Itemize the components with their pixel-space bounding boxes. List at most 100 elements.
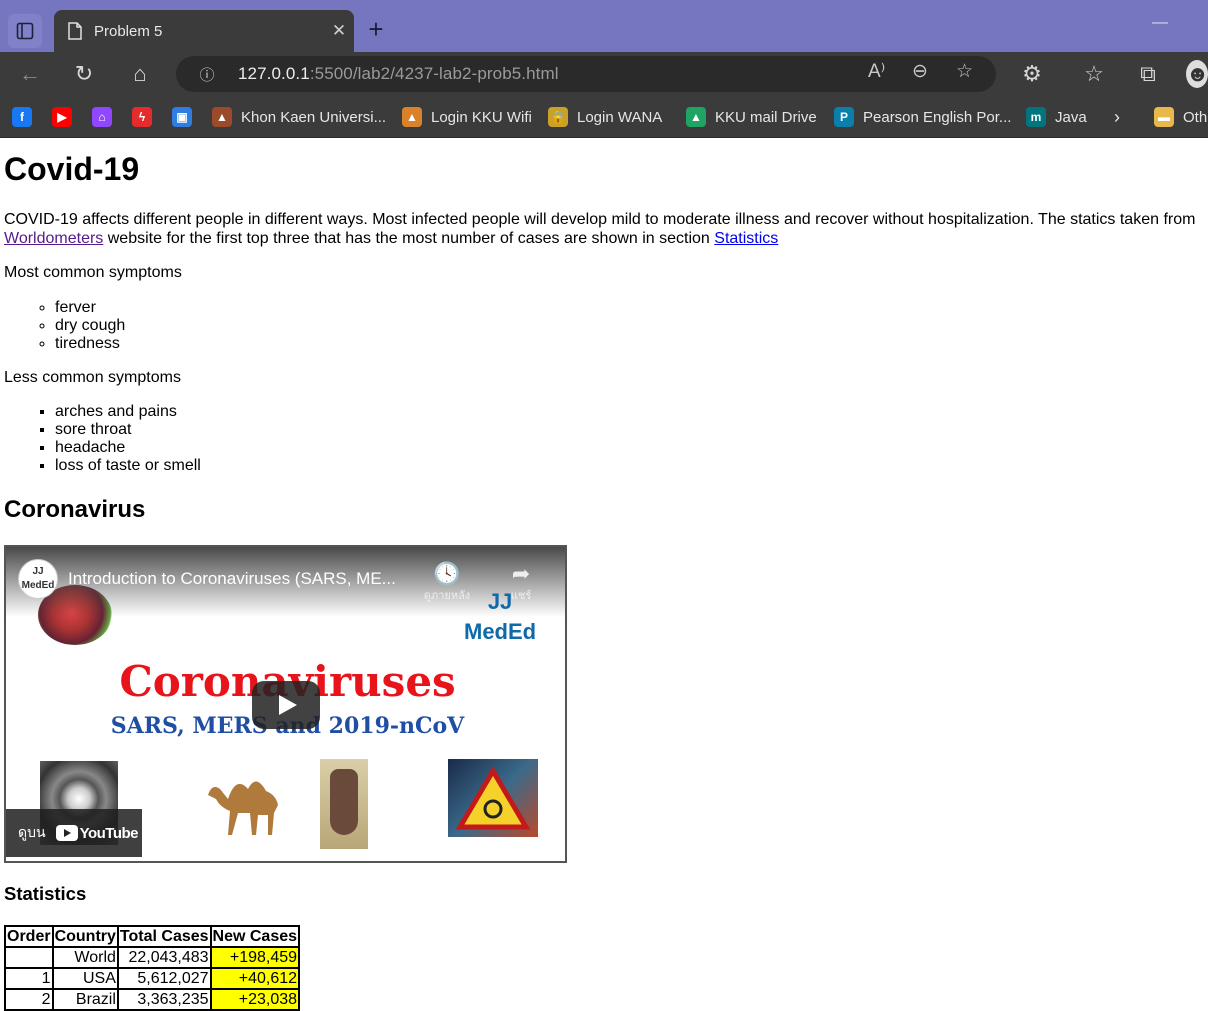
add-favorite-icon[interactable]: ☆ <box>956 60 973 83</box>
worldometers-link[interactable]: Worldometers <box>4 230 103 247</box>
youtube-icon: ▶ <box>52 107 72 127</box>
bookmarks-bar: f ▶ ⌂ ϟ ▣ ▲ Khon Kaen Universi... ▲ Login KKU Wi… <box>0 96 1208 138</box>
google-drive-icon: ▲ <box>686 107 706 127</box>
table-row: World 22,043,483 +198,459 <box>5 947 300 968</box>
url-path: :5500/lab2/4237-lab2-prob5.html <box>309 64 559 83</box>
watch-on-label: ดูบน <box>18 824 46 840</box>
tab-title: Problem 5 <box>94 22 163 40</box>
bookmark-item[interactable]: ⌂ <box>92 104 112 130</box>
video-title[interactable]: Introduction to Coronaviruses (SARS, ME.… <box>68 569 396 589</box>
page-icon <box>68 22 82 40</box>
bookmark-item[interactable]: ▬ Oth <box>1154 104 1207 130</box>
list-item: sore throat <box>55 421 1208 439</box>
bookmark-item[interactable]: ϟ <box>132 104 152 130</box>
kku-icon: ▲ <box>212 107 232 127</box>
facebook-icon: f <box>12 107 32 127</box>
column-header: New Cases <box>210 926 300 947</box>
play-button[interactable] <box>252 681 320 729</box>
url-text: 127.0.0.1:5500/lab2/4237-lab2-prob5.html <box>238 64 559 84</box>
order-cell <box>5 947 53 968</box>
statistics-heading: Statistics <box>4 883 87 904</box>
brand-line-2: MedEd <box>464 619 537 644</box>
column-header: Total Cases <box>117 926 211 947</box>
java-icon: m <box>1026 107 1046 127</box>
less-common-symptoms-label: Less common symptoms <box>4 368 181 386</box>
table-row: 1 USA 5,612,027 +40,612 <box>5 968 300 989</box>
share-icon: ➦ <box>511 561 531 586</box>
youtube-embed[interactable]: JJ MedEd Introduction to Coronaviruses (… <box>4 545 567 863</box>
url-host: 127.0.0.1 <box>238 64 310 83</box>
site-info-icon[interactable]: ⓘ <box>176 64 238 85</box>
bookmark-label: Oth <box>1183 108 1208 126</box>
intro-text-start: COVID-19 affects different people in dif… <box>4 211 1196 228</box>
browser-tab-bar: Problem 5 ✕ + — <box>0 0 1208 52</box>
folder-icon: ▬ <box>1154 107 1174 127</box>
bat-image <box>320 759 368 849</box>
order-cell: 1 <box>5 968 53 989</box>
table-header-row: Order Country Total Cases New Cases <box>5 926 300 947</box>
new-cases-cell: +40,612 <box>210 968 300 989</box>
bookmarks-overflow-icon[interactable]: › <box>1114 104 1120 130</box>
bookmark-label: Login WANA <box>577 108 663 126</box>
list-item: headache <box>55 439 1208 457</box>
tab-actions-button[interactable] <box>8 14 42 48</box>
clock-icon: 🕓 <box>433 561 461 586</box>
statistics-link[interactable]: Statistics <box>714 230 778 247</box>
total-cases-cell: 22,043,483 <box>117 947 211 968</box>
extensions-icon[interactable]: ⚙ <box>1018 60 1046 88</box>
statistics-table: Order Country Total Cases New Cases Worl… <box>4 925 301 1011</box>
youtube-logo-text: YouTube <box>79 824 139 842</box>
youtube-play-icon <box>55 825 78 841</box>
favorites-icon[interactable]: ☆ <box>1080 60 1108 88</box>
twitch-icon: ⌂ <box>92 107 112 127</box>
list-item: loss of taste or smell <box>55 457 1208 475</box>
less-common-symptoms-list: arches and pains sore throat headache lo… <box>4 403 1208 475</box>
back-icon[interactable]: ← <box>16 60 44 88</box>
camel-image <box>208 781 278 835</box>
browser-tab-active[interactable]: Problem 5 ✕ <box>54 10 354 52</box>
tab-close-icon[interactable]: ✕ <box>324 21 354 41</box>
channel-brand: JJ MedEd <box>464 587 536 647</box>
address-bar[interactable]: ⓘ 127.0.0.1:5500/lab2/4237-lab2-prob5.ht… <box>176 56 996 92</box>
bookmark-item[interactable]: P Pearson English Por... <box>834 104 1011 130</box>
bookmark-item[interactable]: ▣ <box>172 104 192 130</box>
profile-avatar[interactable]: ☻ <box>1186 60 1208 88</box>
home-icon[interactable]: ⌂ <box>126 60 154 88</box>
flash-icon: ϟ <box>132 107 152 127</box>
bookmark-item[interactable]: f <box>12 104 32 130</box>
video-section-heading: Coronavirus <box>4 496 146 523</box>
new-tab-button[interactable]: + <box>362 16 390 44</box>
channel-avatar[interactable]: JJ MedEd <box>18 559 58 599</box>
tab-actions-icon <box>16 22 34 40</box>
pearson-icon: P <box>834 107 854 127</box>
lock-icon: 🔒 <box>548 107 568 127</box>
column-header: Country <box>52 926 118 947</box>
column-header: Order <box>5 926 53 947</box>
contact-icon: ▣ <box>172 107 192 127</box>
list-item: tiredness <box>55 335 1208 353</box>
bookmark-item[interactable]: 🔒 Login WANA <box>548 104 662 130</box>
list-item: arches and pains <box>55 403 1208 421</box>
intro-text-middle: website for the first top three that has… <box>103 229 715 247</box>
bookmark-item[interactable]: ▲ KKU mail Drive <box>686 104 817 130</box>
list-item: ferver <box>55 299 1208 317</box>
bookmark-label: Login KKU Wifi <box>431 108 532 126</box>
bookmark-item[interactable]: ▲ Login KKU Wifi <box>402 104 532 130</box>
bookmark-label: Khon Kaen Universi... <box>241 108 387 126</box>
intro-paragraph: COVID-19 affects different people in dif… <box>4 211 1204 248</box>
common-symptoms-label: Most common symptoms <box>4 264 182 281</box>
bookmark-label: Java <box>1055 108 1087 126</box>
navigation-bar: ← ↻ ⌂ ⓘ 127.0.0.1:5500/lab2/4237-lab2-pr… <box>0 52 1208 96</box>
country-cell: World <box>52 947 118 968</box>
reload-icon[interactable]: ↻ <box>70 60 98 88</box>
country-cell: USA <box>52 968 118 989</box>
watch-on-youtube-button[interactable]: ดูบน YouTube <box>6 809 142 857</box>
zoom-icon[interactable]: ⊖ <box>912 60 928 83</box>
minimize-icon[interactable]: — <box>1152 14 1168 32</box>
bookmark-item[interactable]: ▶ <box>52 104 72 130</box>
collections-icon[interactable]: ⧉ <box>1134 60 1162 88</box>
bookmark-item[interactable]: m Java <box>1026 104 1087 130</box>
read-aloud-icon[interactable]: A⁾ <box>868 60 885 83</box>
total-cases-cell: 5,612,027 <box>117 968 211 989</box>
bookmark-item[interactable]: ▲ Khon Kaen Universi... <box>212 104 386 130</box>
